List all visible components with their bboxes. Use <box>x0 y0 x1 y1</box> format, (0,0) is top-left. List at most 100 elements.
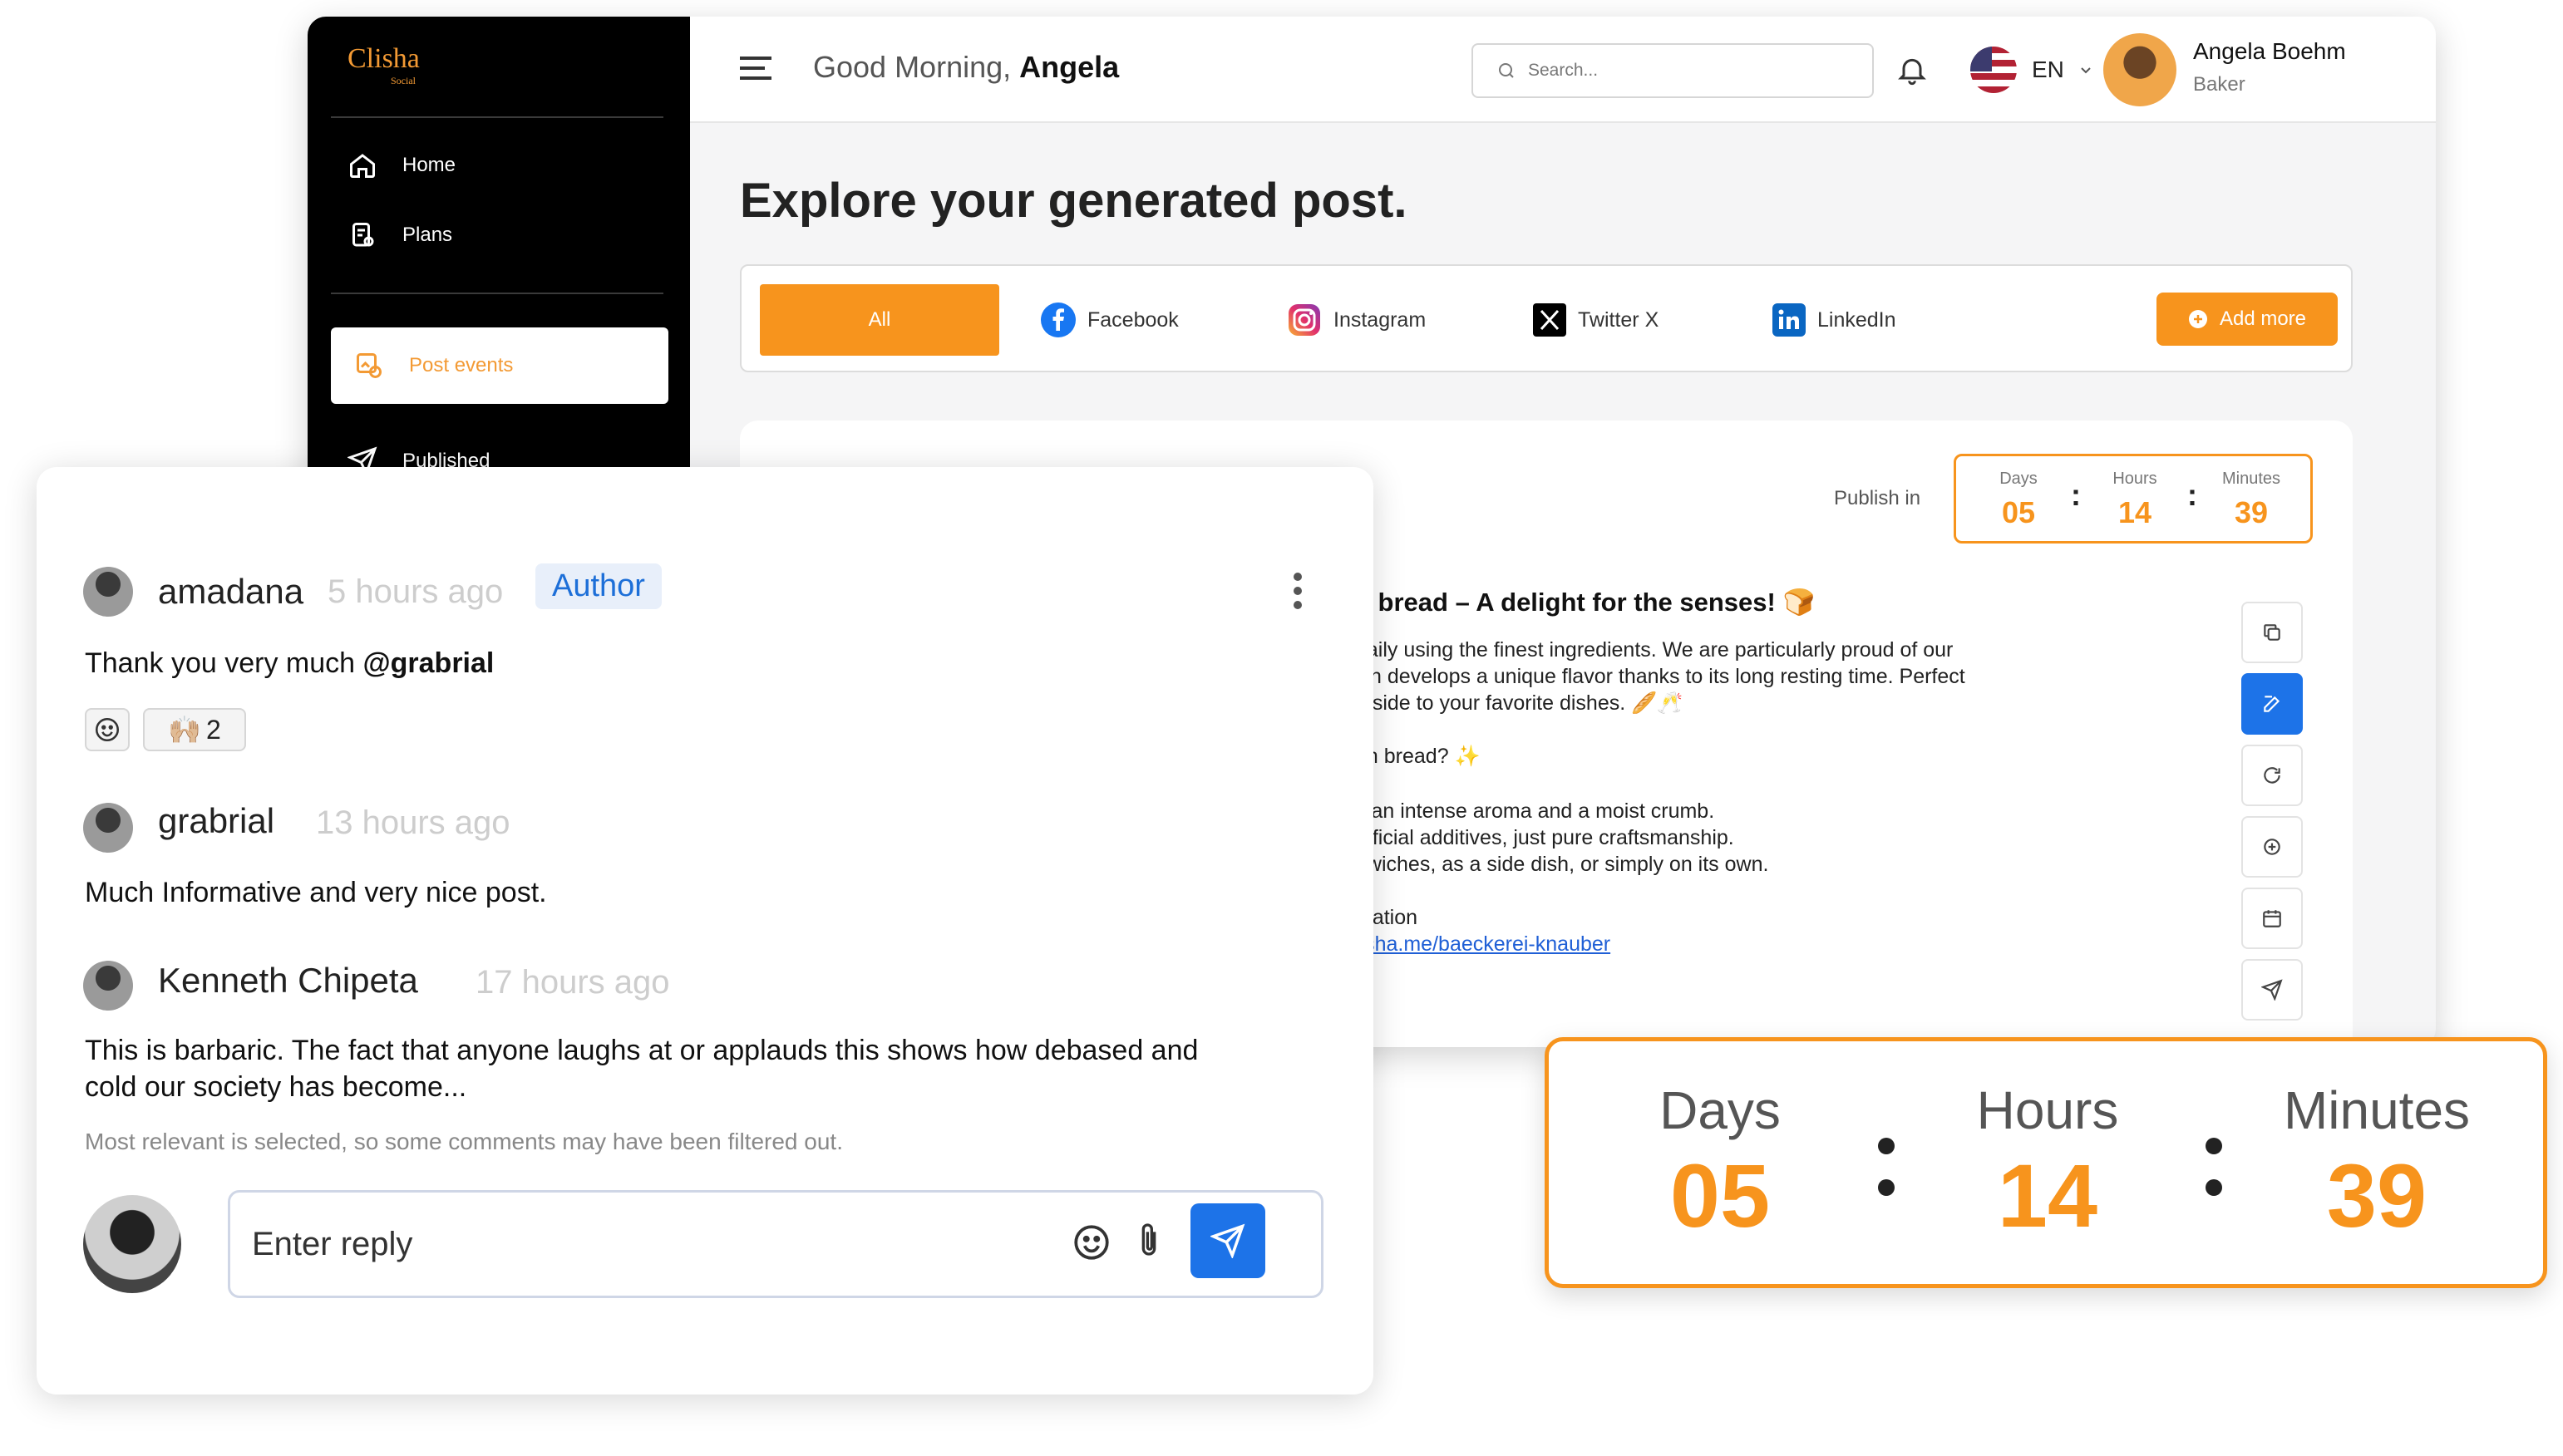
edit-button[interactable] <box>2241 673 2303 735</box>
comments-panel: amadana 5 hours ago Author Thank you ver… <box>37 467 1373 1395</box>
comment-text: cold our society has become... <box>85 1071 467 1103</box>
mention[interactable]: @grabrial <box>362 647 494 679</box>
comment-author[interactable]: Kenneth Chipeta <box>158 961 418 1001</box>
reply-placeholder: Enter reply <box>252 1225 413 1262</box>
chevron-down-icon <box>2079 63 2092 76</box>
mini-hours: Hours 14 <box>2112 470 2157 529</box>
calendar-icon <box>2261 908 2283 929</box>
hours-value: 14 <box>1997 1145 2098 1246</box>
avatar <box>83 803 133 853</box>
emoji-icon[interactable] <box>1071 1222 1112 1263</box>
post-title: n bread – A delight for the senses! 🍞 <box>1355 588 1816 617</box>
colon-dot <box>2206 1179 2222 1196</box>
post-text-line: dwiches, as a side dish, or simply on it… <box>1355 853 1769 876</box>
publish-label: Publish in <box>1834 487 1921 509</box>
tab-twitter[interactable]: Twitter X <box>1533 284 1659 356</box>
linkedin-icon <box>1772 303 1806 337</box>
add-more-button[interactable]: Add more <box>2156 293 2338 346</box>
sparkle-refresh-icon <box>2261 836 2283 858</box>
tab-instagram[interactable]: Instagram <box>1287 284 1426 356</box>
tab-label: Facebook <box>1087 307 1179 332</box>
sidebar-item-label: Post events <box>409 354 514 376</box>
reaction-chip[interactable]: 🙌🏼 2 <box>143 708 246 751</box>
bell-icon[interactable] <box>1895 53 1929 86</box>
publish-button[interactable] <box>2241 959 2303 1021</box>
sidebar-item-label: Plans <box>402 224 453 246</box>
language-label: EN <box>2032 57 2064 82</box>
comment-time: 17 hours ago <box>476 964 670 1001</box>
page-title: Explore your generated post. <box>740 174 1407 228</box>
sidebar-divider <box>331 116 663 118</box>
regenerate-button[interactable] <box>2241 745 2303 806</box>
post-text-line: gh bread? ✨ <box>1355 745 1481 768</box>
search-icon <box>1496 61 1516 81</box>
facebook-icon <box>1041 303 1076 337</box>
post-events-icon <box>354 351 384 381</box>
greeting-name: Angela <box>1019 50 1120 84</box>
platform-tabs: All Facebook Instagram Twitter X LinkedI… <box>740 264 2353 372</box>
tab-label: LinkedIn <box>1817 307 1896 332</box>
clap-emoji: 🙌🏼 <box>168 715 202 745</box>
days-label: Days <box>1659 1080 1781 1140</box>
instagram-icon <box>1287 303 1322 337</box>
sidebar-item-home[interactable]: Home <box>347 145 456 186</box>
language-selector[interactable]: EN <box>1970 47 2092 93</box>
comment-author[interactable]: amadana <box>158 572 303 612</box>
post-link[interactable]: lisha.me/baeckerei-knauber <box>1355 932 1610 957</box>
colon: : <box>2187 478 2197 512</box>
mini-days: Days 05 <box>1999 470 2038 529</box>
comment-author[interactable]: grabrial <box>158 801 274 841</box>
search-input[interactable]: Search... <box>1471 43 1874 98</box>
search-placeholder: Search... <box>1528 61 1599 80</box>
comment-text: Much Informative and very nice post. <box>85 877 547 908</box>
colon: : <box>2071 478 2081 512</box>
greeting-text: Good Morning, <box>813 50 1020 84</box>
countdown-minutes: Minutes 39 <box>2252 1080 2501 1246</box>
ai-rewrite-button[interactable] <box>2241 816 2303 878</box>
menu-icon[interactable] <box>740 55 771 81</box>
tab-label: Instagram <box>1333 307 1427 332</box>
schedule-button[interactable] <box>2241 888 2303 949</box>
paperclip-icon[interactable] <box>1132 1220 1166 1263</box>
plans-icon <box>347 220 377 250</box>
mini-countdown: Days 05 : Hours 14 : Minutes 39 <box>1954 454 2313 544</box>
user-role: Baker <box>2193 73 2245 96</box>
more-options-icon[interactable] <box>1292 572 1304 610</box>
comment-text: This is barbaric. The fact that anyone l… <box>85 1035 1199 1066</box>
logo-subtitle: Social <box>391 75 416 86</box>
tab-linkedin[interactable]: LinkedIn <box>1772 284 1896 356</box>
sidebar-item-plans[interactable]: Plans <box>347 214 452 256</box>
smile-icon <box>93 716 121 744</box>
add-reaction-button[interactable] <box>85 708 130 751</box>
tab-facebook[interactable]: Facebook <box>1041 284 1179 356</box>
send-icon <box>2261 979 2283 1001</box>
hours-label: Hours <box>1976 1080 2119 1140</box>
post-text-line: daily using the finest ingredients. We a… <box>1355 638 1954 662</box>
tab-all[interactable]: All <box>760 284 999 356</box>
sidebar-divider <box>331 293 663 294</box>
sidebar-item-post-events[interactable]: Post events <box>331 327 668 404</box>
copy-button[interactable] <box>2241 602 2303 663</box>
refresh-icon <box>2261 765 2283 786</box>
post-text-line: ich develops a unique flavor thanks to i… <box>1355 665 1965 688</box>
post-text-line: a side to your favorite dishes. 🥖🥂 <box>1355 691 1683 715</box>
reaction-count: 2 <box>206 714 221 745</box>
comment-time: 5 hours ago <box>328 573 504 610</box>
us-flag-icon <box>1970 47 2017 93</box>
plus-circle-icon <box>2188 309 2208 329</box>
avatar <box>83 961 133 1011</box>
days-value: 05 <box>1669 1145 1771 1246</box>
avatar <box>83 567 133 617</box>
send-icon <box>1210 1223 1245 1258</box>
send-button[interactable] <box>1190 1203 1265 1278</box>
edit-icon <box>2261 693 2283 715</box>
colon-dot <box>1878 1138 1895 1154</box>
author-badge: Author <box>535 563 662 609</box>
minutes-value: 39 <box>2326 1145 2427 1246</box>
comment-text: Thank you very much @grabrial <box>85 647 495 679</box>
greeting: Good Morning, Angela <box>813 50 1119 85</box>
colon-dot <box>1878 1179 1895 1196</box>
user-avatar[interactable] <box>2103 33 2176 106</box>
countdown-days: Days 05 <box>1595 1080 1845 1246</box>
user-name: Angela Boehm <box>2193 38 2346 64</box>
